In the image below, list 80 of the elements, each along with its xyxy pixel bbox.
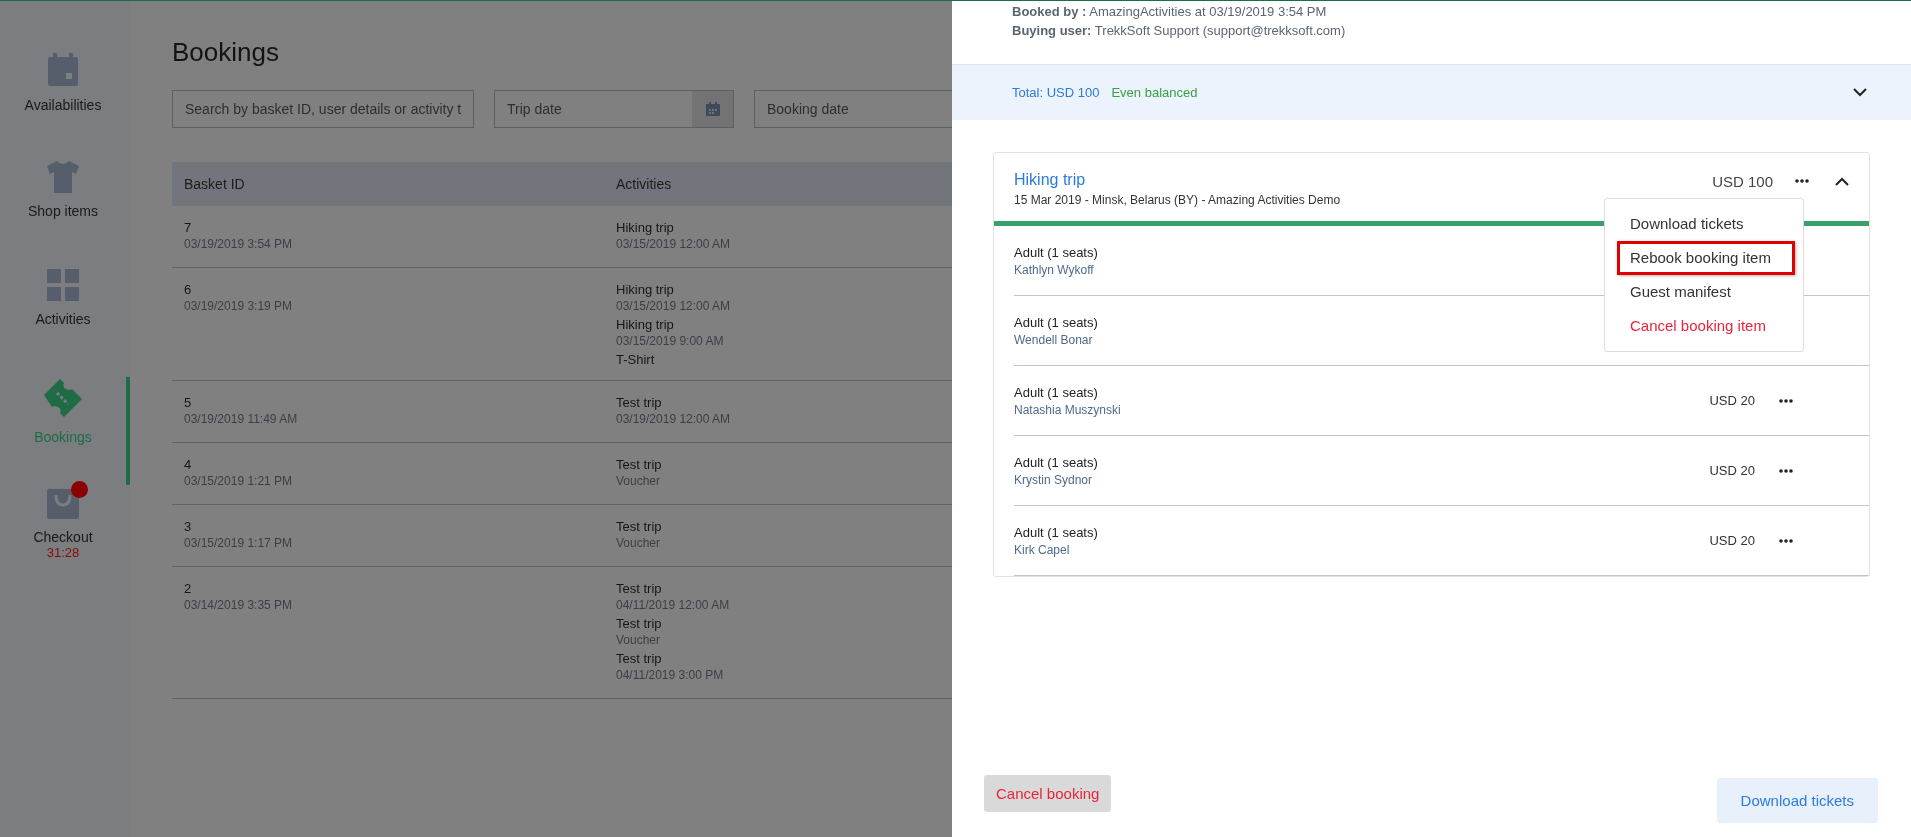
ticket-type: Adult (1 seats) (1014, 384, 1098, 400)
total-bar[interactable]: Total: USD 100 Even balanced (952, 64, 1911, 120)
download-button[interactable]: Download tickets (1716, 778, 1878, 823)
basket-id: 2 (184, 581, 192, 597)
booking-date: 03/19/2019 3:54 PM (184, 236, 293, 253)
nav-item[interactable]: Activities (0, 269, 130, 377)
activity-detail: 03/15/2019 12:00 AM (616, 298, 731, 315)
info-line: Buying user: TrekkSoft Support (support@trekksoft.com) (1012, 22, 1347, 40)
basket-id: 4 (184, 457, 192, 473)
ticket-type: Adult (1 seats) (1014, 314, 1098, 330)
chevron-icon[interactable] (1835, 177, 1849, 186)
info-line: Booked by : AmazingActivities at 03/19/2019 3:54 PM (1012, 3, 1328, 21)
activity-name: Test trip (616, 581, 662, 597)
basket-id: 3 (184, 519, 192, 535)
ticket-price: USD 20 (1709, 463, 1755, 478)
booking-date: 03/19/2019 11:49 AM (184, 411, 298, 428)
booking-date: 03/15/2019 1:17 PM (184, 535, 293, 552)
activity-detail: 03/19/2019 12:00 AM (616, 411, 731, 428)
activity-detail: 04/11/2019 3:00 PM (616, 667, 724, 684)
nav-item[interactable]: Checkout 31:28 (0, 485, 130, 593)
activity-detail: 03/15/2019 12:00 AM (616, 236, 731, 253)
activity-detail: 04/11/2019 12:00 AM (616, 597, 730, 614)
booking-date: 03/15/2019 1:21 PM (184, 473, 293, 490)
page-title: Bookings (172, 37, 280, 68)
activity-name: Test trip (616, 395, 662, 411)
shirt-icon (46, 161, 80, 193)
column-header: Basket ID (183, 176, 246, 192)
nav-item[interactable]: Availabilities (0, 53, 130, 161)
menu-item[interactable]: Rebook booking item (1617, 241, 1795, 275)
activity-name: Test trip (616, 651, 662, 667)
guest-name: Natashia Muszynski (1014, 402, 1121, 417)
activity-name: Hiking trip (616, 317, 674, 333)
activity-name: T-Shirt (616, 352, 655, 368)
menu-item[interactable]: Download tickets (1617, 207, 1795, 241)
activity-name: Hiking trip (616, 220, 674, 236)
booking-date: 03/14/2019 3:35 PM (184, 597, 293, 614)
ticket-type: Adult (1 seats) (1014, 244, 1098, 260)
ticket-type: Adult (1 seats) (1014, 454, 1098, 470)
guest-name: Krystin Sydnor (1014, 472, 1093, 487)
search-field[interactable]: Search by basket ID, user details or activity t (172, 90, 474, 128)
activity-detail: 03/15/2019 9:00 AM (616, 333, 724, 350)
activity-detail: Voucher (616, 535, 661, 552)
ticket-icon (42, 377, 84, 419)
menu-item[interactable]: Cancel booking item (1617, 309, 1795, 343)
total-amount: Total: USD 100 (1012, 85, 1100, 100)
calendar-icon (47, 53, 79, 87)
cancel-button[interactable]: Cancel booking (984, 775, 1112, 812)
grid-icon (47, 269, 79, 301)
booking-date: 03/19/2019 3:19 PM (184, 298, 293, 315)
nav-label: Shop items (27, 203, 98, 219)
more-icon (1795, 179, 1809, 183)
date-field[interactable]: Booking date (754, 90, 952, 128)
item-title[interactable]: Hiking trip (1014, 171, 1086, 189)
item-subtitle: 15 Mar 2019 - Minsk, Belarus (BY) - Amazing Activities Demo (1014, 193, 1341, 207)
activity-name: Test trip (616, 616, 662, 632)
activity-name: Hiking trip (616, 282, 674, 298)
balance-status: Even balanced (1111, 85, 1198, 100)
checkout-timer: 31:28 (46, 545, 80, 560)
ticket-price: USD 20 (1709, 393, 1755, 408)
item-price: USD 100 (1712, 173, 1773, 190)
nav-label: Bookings (34, 429, 92, 445)
basket-id: 6 (184, 282, 192, 298)
more-icon (1779, 538, 1793, 543)
more-icon (1779, 398, 1793, 403)
basket-id: 5 (184, 395, 192, 411)
menu-item[interactable]: Guest manifest (1617, 275, 1795, 309)
activity-detail: Voucher (616, 473, 661, 490)
activity-detail: Voucher (616, 632, 661, 649)
activity-name: Test trip (616, 519, 662, 535)
nav-item[interactable]: Shop items (0, 161, 130, 269)
nav-label: Checkout (33, 529, 93, 545)
nav-label: Availabilities (24, 97, 102, 113)
ticket-price: USD 20 (1709, 533, 1755, 548)
activity-name: Test trip (616, 457, 662, 473)
ticket-type: Adult (1 seats) (1014, 524, 1098, 540)
more-icon (1779, 468, 1793, 473)
guest-name: Kirk Capel (1014, 542, 1070, 557)
nav-label: Activities (35, 311, 91, 327)
guest-name: Wendell Bonar (1014, 332, 1093, 347)
basket-id: 7 (184, 220, 192, 236)
